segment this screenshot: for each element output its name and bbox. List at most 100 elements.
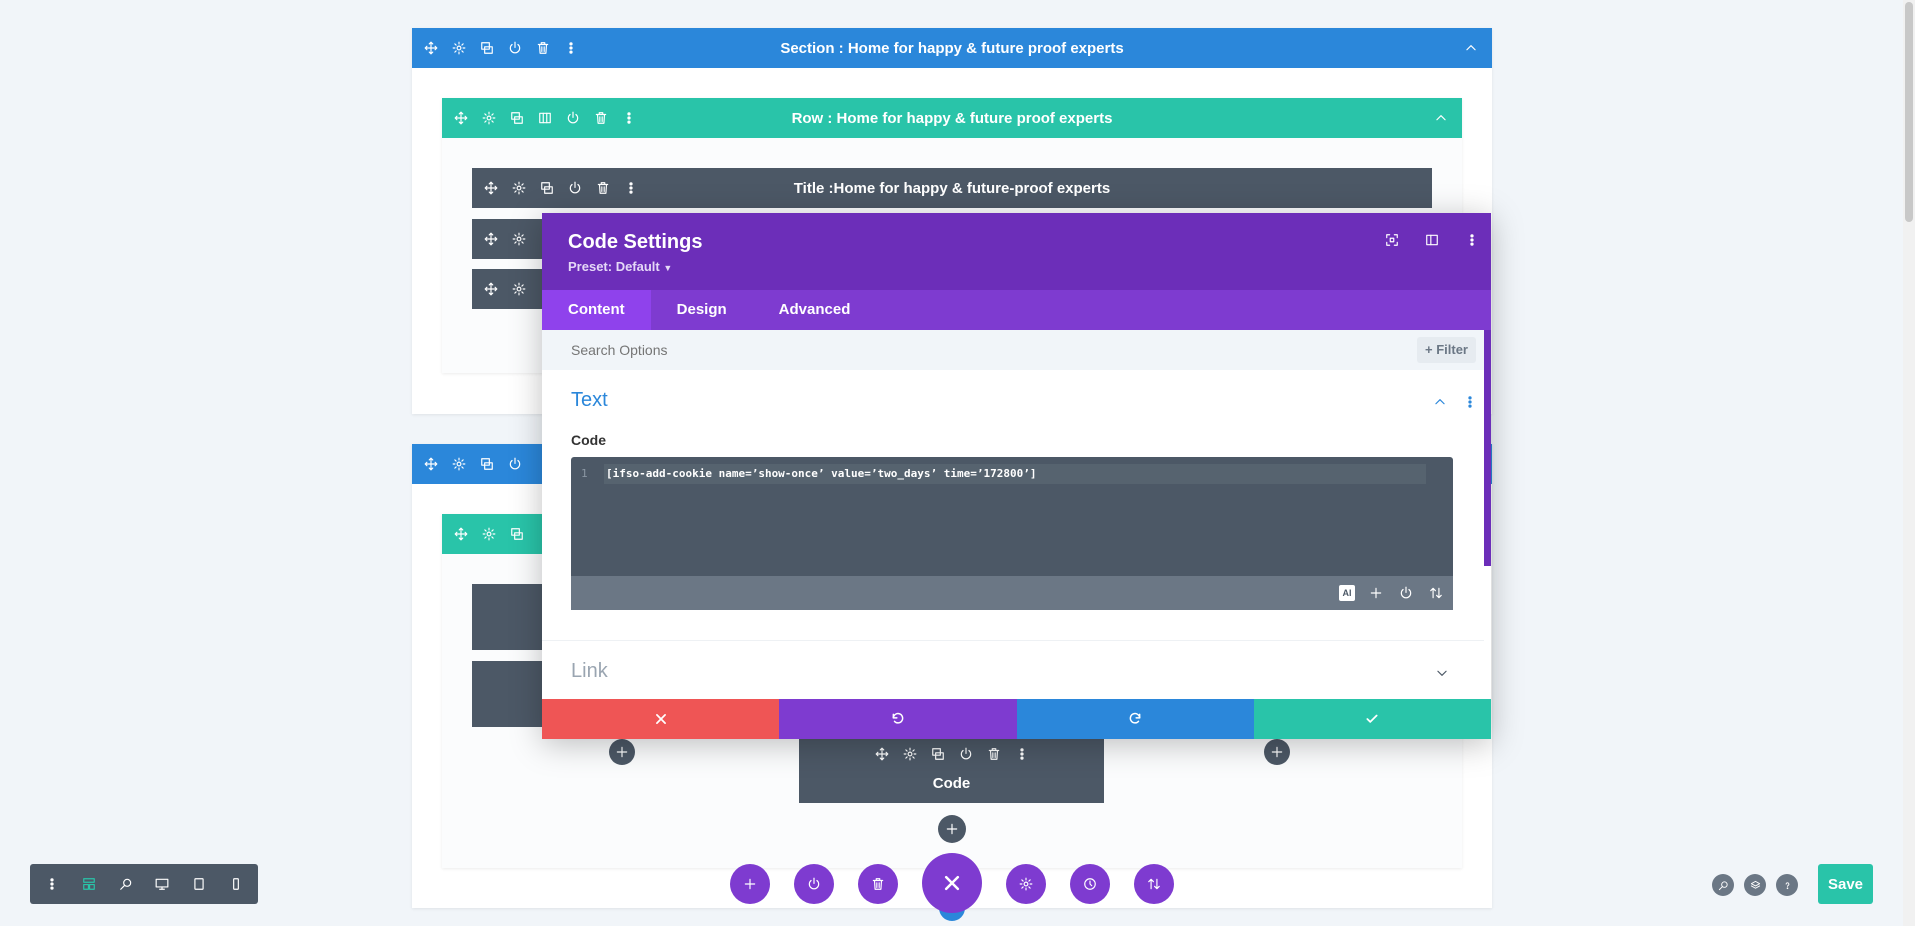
- module-block-1[interactable]: [472, 584, 552, 650]
- trash-icon[interactable]: [985, 745, 1003, 763]
- page-scrollbar[interactable]: [1903, 0, 1915, 926]
- page-settings-button[interactable]: [1006, 864, 1046, 904]
- plus-icon: [945, 822, 959, 836]
- tab-advanced[interactable]: Advanced: [753, 290, 877, 330]
- expand-icon[interactable]: [1383, 231, 1401, 249]
- dots-vertical-icon[interactable]: [1463, 231, 1481, 249]
- chevron-up-icon[interactable]: [1432, 109, 1450, 127]
- search-button[interactable]: [1712, 874, 1734, 896]
- chevron-down-icon[interactable]: [1433, 664, 1451, 682]
- trash-icon[interactable]: [534, 39, 552, 57]
- row-bar-2[interactable]: [442, 514, 552, 554]
- gear-icon[interactable]: [480, 525, 498, 543]
- power-icon[interactable]: [566, 179, 584, 197]
- gear-icon[interactable]: [901, 745, 919, 763]
- move-icon[interactable]: [452, 109, 470, 127]
- trash-icon: [869, 875, 887, 893]
- title-module-bar[interactable]: Title :Home for happy & future-proof exp…: [472, 168, 1432, 208]
- tab-content[interactable]: Content: [542, 290, 651, 330]
- page-scrollbar-thumb[interactable]: [1905, 2, 1913, 222]
- add-button[interactable]: [730, 864, 770, 904]
- add-module-button-center[interactable]: [938, 815, 966, 843]
- history-button[interactable]: [1070, 864, 1110, 904]
- move-icon[interactable]: [482, 230, 500, 248]
- gear-icon[interactable]: [450, 39, 468, 57]
- dots-vertical-icon[interactable]: [43, 875, 61, 893]
- power-icon[interactable]: [506, 455, 524, 473]
- portability-button[interactable]: [1134, 864, 1174, 904]
- code-input[interactable]: [ifso-add-cookie name=’show-once’ value=…: [604, 464, 1426, 484]
- gear-icon[interactable]: [510, 179, 528, 197]
- filter-button[interactable]: + Filter: [1416, 337, 1476, 363]
- group-title-text[interactable]: Text: [571, 389, 608, 412]
- gear-icon[interactable]: [450, 455, 468, 473]
- plus-icon: [615, 745, 629, 759]
- layers-button[interactable]: [1744, 874, 1766, 896]
- module-bar-3[interactable]: [472, 269, 552, 309]
- dots-vertical-icon[interactable]: [1461, 393, 1479, 411]
- close-icon: [652, 710, 670, 728]
- code-module[interactable]: Code: [799, 739, 1104, 803]
- power-icon[interactable]: [957, 745, 975, 763]
- power-icon[interactable]: [506, 39, 524, 57]
- dots-vertical-icon[interactable]: [562, 39, 580, 57]
- disable-button[interactable]: [794, 864, 834, 904]
- search-options-input[interactable]: [571, 342, 1171, 358]
- gear-icon[interactable]: [510, 230, 528, 248]
- layers-icon: [1746, 876, 1764, 894]
- move-icon[interactable]: [482, 179, 500, 197]
- duplicate-icon[interactable]: [929, 745, 947, 763]
- close-builder-button[interactable]: [922, 853, 982, 913]
- gear-icon[interactable]: [480, 109, 498, 127]
- duplicate-icon[interactable]: [478, 39, 496, 57]
- section-bar-1[interactable]: Section : Home for happy & future proof …: [412, 28, 1492, 68]
- module-bar-2[interactable]: [472, 219, 552, 259]
- save-changes-button[interactable]: [1253, 699, 1491, 739]
- group-title-link[interactable]: Link: [571, 660, 608, 683]
- save-button[interactable]: Save: [1818, 864, 1873, 904]
- desktop-icon[interactable]: [153, 875, 171, 893]
- trash-icon[interactable]: [594, 179, 612, 197]
- chevron-up-icon[interactable]: [1462, 39, 1480, 57]
- duplicate-icon[interactable]: [508, 109, 526, 127]
- zoom-icon[interactable]: [117, 875, 135, 893]
- code-editor[interactable]: 1 [ifso-add-cookie name=’show-once’ valu…: [571, 457, 1453, 610]
- plus-icon[interactable]: [1367, 584, 1385, 602]
- power-icon[interactable]: [1397, 584, 1415, 602]
- trash-icon[interactable]: [592, 109, 610, 127]
- power-icon[interactable]: [564, 109, 582, 127]
- columns-icon[interactable]: [536, 109, 554, 127]
- duplicate-icon[interactable]: [538, 179, 556, 197]
- move-icon[interactable]: [452, 525, 470, 543]
- phone-icon[interactable]: [227, 875, 245, 893]
- module-block-2[interactable]: [472, 661, 552, 727]
- move-icon[interactable]: [422, 455, 440, 473]
- duplicate-icon[interactable]: [508, 525, 526, 543]
- wireframe-icon[interactable]: [80, 875, 98, 893]
- panel-scrollbar[interactable]: [1484, 330, 1491, 566]
- row-bar-1[interactable]: Row : Home for happy & future proof expe…: [442, 98, 1462, 138]
- dots-vertical-icon[interactable]: [622, 179, 640, 197]
- cancel-button[interactable]: [542, 699, 780, 739]
- tab-design[interactable]: Design: [651, 290, 753, 330]
- help-button[interactable]: [1776, 874, 1798, 896]
- tablet-icon[interactable]: [190, 875, 208, 893]
- add-module-button-right[interactable]: [1264, 739, 1290, 765]
- dots-vertical-icon[interactable]: [620, 109, 638, 127]
- add-module-button-left[interactable]: [609, 739, 635, 765]
- move-icon[interactable]: [873, 745, 891, 763]
- sidebar-icon[interactable]: [1423, 231, 1441, 249]
- undo-button[interactable]: [779, 699, 1017, 739]
- dots-vertical-icon[interactable]: [1013, 745, 1031, 763]
- move-icon[interactable]: [422, 39, 440, 57]
- ai-icon[interactable]: AI: [1339, 585, 1355, 601]
- sort-icon[interactable]: [1427, 584, 1445, 602]
- move-icon[interactable]: [482, 280, 500, 298]
- redo-button[interactable]: [1016, 699, 1254, 739]
- gear-icon[interactable]: [510, 280, 528, 298]
- clear-layout-button[interactable]: [858, 864, 898, 904]
- panel-header[interactable]: Code Settings Preset: Default ▼: [542, 213, 1491, 290]
- duplicate-icon[interactable]: [478, 455, 496, 473]
- preset-dropdown[interactable]: Preset: Default ▼: [568, 259, 672, 274]
- chevron-up-icon[interactable]: [1431, 393, 1449, 411]
